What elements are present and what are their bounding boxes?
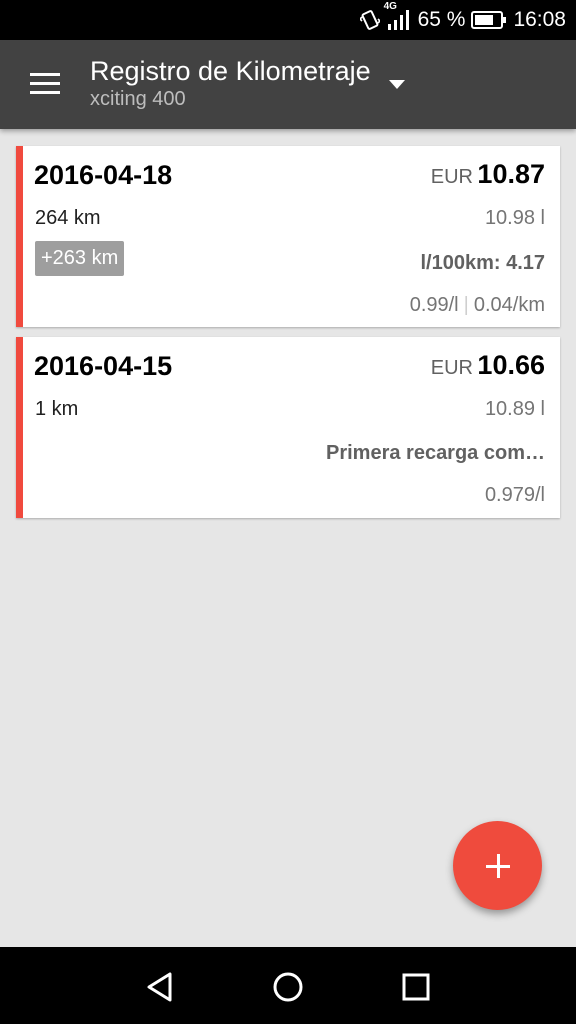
entry-liters: 10.89 l <box>484 398 545 420</box>
vehicle-name: xciting 400 <box>90 88 186 110</box>
fuel-entry-card[interactable]: 2016-04-15 EUR 10.66 1 km 10.89 l Primer… <box>16 337 560 518</box>
recents-icon[interactable] <box>398 969 434 1005</box>
battery-percent: 65 % <box>417 8 466 31</box>
entry-prices: 0.99/l | 0.04/km <box>410 294 545 317</box>
entry-odometer: 264 km <box>35 207 101 229</box>
entry-currency: EUR <box>430 166 473 188</box>
price-per-km: 0.04/km <box>473 294 545 316</box>
entry-consumption: l/100km: 4.17 <box>420 252 545 274</box>
app-bar: Registro de Kilometraje xciting 400 <box>0 40 576 129</box>
entry-amount: EUR 10.87 <box>431 159 545 190</box>
signal-icon: 4G <box>384 1 412 31</box>
entry-currency: EUR <box>430 357 473 379</box>
status-bar: 4G 65 % 16:08 <box>0 0 576 40</box>
status-time: 16:08 <box>513 8 566 31</box>
entry-date: 2016-04-18 <box>34 160 173 190</box>
battery-icon <box>471 10 507 30</box>
entry-date: 2016-04-15 <box>34 351 173 381</box>
entry-note: Primera recarga com… <box>325 442 545 464</box>
vibrate-icon <box>359 9 380 31</box>
entry-total: 10.87 <box>477 159 545 189</box>
entry-odometer: 1 km <box>35 398 79 420</box>
price-per-liter: 0.979/l <box>484 484 545 506</box>
price-per-liter: 0.99/l <box>409 294 459 316</box>
entry-liters: 10.98 l <box>484 207 545 229</box>
back-icon[interactable] <box>142 969 178 1005</box>
add-entry-button[interactable] <box>453 821 542 910</box>
navigation-bar <box>0 947 576 1024</box>
status-icons: 4G 65 % 16:08 <box>359 0 566 40</box>
network-type-label: 4G <box>383 1 397 12</box>
page-title: Registro de Kilometraje <box>90 56 371 86</box>
distance-diff-badge: +263 km <box>35 241 125 276</box>
entry-amount: EUR 10.66 <box>431 350 545 381</box>
vehicle-selector[interactable]: Registro de Kilometraje xciting 400 <box>90 54 371 110</box>
price-separator: | <box>463 294 469 316</box>
fuel-entry-card[interactable]: 2016-04-18 EUR 10.87 264 km 10.98 l +263… <box>16 146 560 327</box>
menu-icon[interactable] <box>30 73 60 95</box>
add-icon <box>485 853 510 878</box>
entry-total: 10.66 <box>477 350 545 380</box>
dropdown-caret-icon[interactable] <box>389 80 405 89</box>
home-icon[interactable] <box>270 969 306 1005</box>
